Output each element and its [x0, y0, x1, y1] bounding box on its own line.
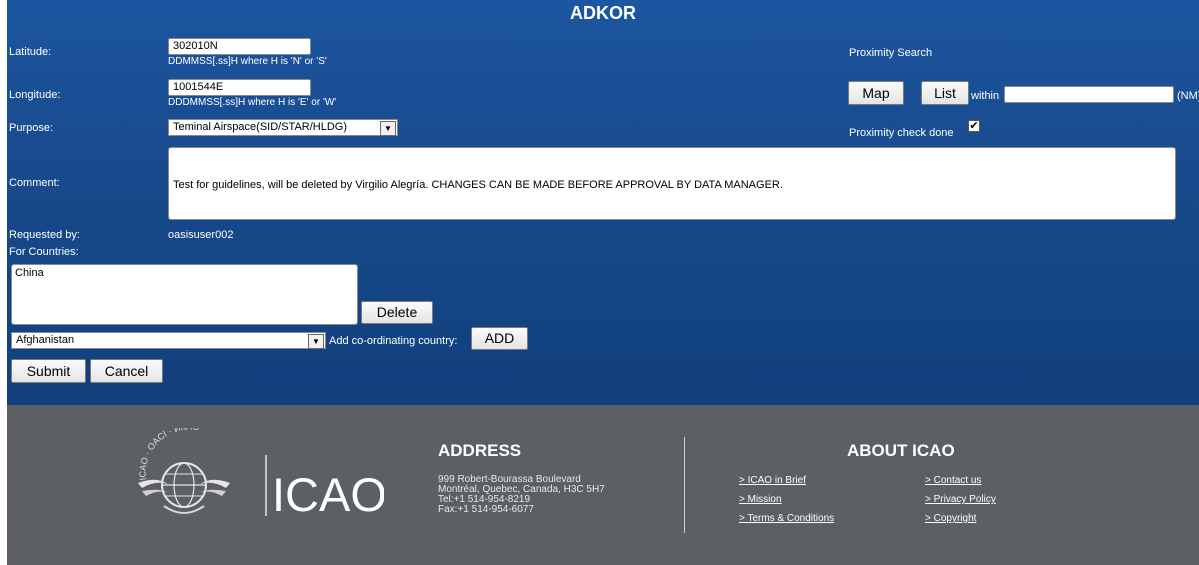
main-form-panel: ADKOR Latitude: 302010N DDMMSS[.ss]H whe… — [7, 0, 1199, 405]
svg-text:ICAO · OACI · ИКАО: ICAO · OACI · ИКАО — [138, 428, 200, 481]
longitude-label: Longitude: — [9, 89, 61, 101]
icao-emblem-icon: ICAO · OACI · ИКАО ICAO — [138, 422, 387, 521]
delete-button[interactable]: Delete — [361, 301, 433, 324]
link-copyright[interactable]: > Copyright — [925, 513, 976, 524]
country-select[interactable]: Afghanistan ▼ — [11, 332, 326, 349]
fax-line: Fax:+1 514-954-6077 — [438, 504, 534, 515]
for-countries-label: For Countries: — [9, 246, 79, 258]
proximity-search-heading: Proximity Search — [849, 47, 933, 59]
link-mission[interactable]: > Mission — [739, 494, 782, 505]
submit-button[interactable]: Submit — [11, 359, 86, 383]
chevron-down-icon[interactable]: ▼ — [380, 121, 396, 136]
footer-divider — [684, 437, 685, 533]
about-icao-heading: ABOUT ICAO — [847, 441, 955, 460]
chevron-down-icon[interactable]: ▼ — [308, 334, 324, 349]
page-title: ADKOR — [570, 3, 636, 23]
map-button[interactable]: Map — [848, 81, 904, 105]
comment-text: Test for guidelines, will be deleted by … — [173, 179, 783, 191]
icao-logo-text: ICAO — [272, 468, 384, 521]
logo-arc-text: ICAO · OACI · ИКАО — [138, 422, 200, 481]
latitude-hint: DDMMSS[.ss]H where H is 'N' or 'S' — [168, 56, 327, 67]
link-icao-in-brief[interactable]: > ICAO in Brief — [739, 475, 806, 486]
icao-logo: ICAO · OACI · ИКАО ICAO — [134, 422, 387, 523]
link-privacy-policy[interactable]: > Privacy Policy — [925, 494, 996, 505]
cancel-button[interactable]: Cancel — [90, 359, 163, 383]
address-heading: ADDRESS — [438, 441, 522, 460]
within-input[interactable] — [1004, 86, 1174, 103]
country-list-item[interactable]: China — [15, 267, 44, 279]
comment-label: Comment: — [9, 177, 60, 189]
comment-textarea[interactable]: Test for guidelines, will be deleted by … — [168, 147, 1176, 220]
longitude-hint: DDDMMSS[.ss]H where H is 'E' or 'W' — [168, 97, 337, 108]
longitude-input[interactable]: 1001544E — [168, 79, 311, 96]
purpose-select[interactable]: Teminal Airspace(SID/STAR/HLDG) ▼ — [168, 119, 398, 136]
list-button[interactable]: List — [921, 81, 969, 105]
nm-unit-label: (NM) — [1177, 90, 1199, 102]
purpose-label: Purpose: — [9, 122, 54, 134]
link-contact-us[interactable]: > Contact us — [925, 475, 981, 486]
requested-by-value: oasisuser002 — [168, 229, 234, 241]
footer: ICAO · OACI · ИКАО ICAO ADDRESS 999 Robe… — [7, 405, 1199, 565]
add-country-button[interactable]: ADD — [471, 327, 528, 350]
proximity-check-checkbox[interactable]: ✔ — [968, 120, 980, 132]
requested-by-label: Requested by: — [9, 229, 80, 241]
proximity-check-label: Proximity check done — [849, 127, 954, 139]
countries-listbox[interactable]: China — [11, 264, 358, 325]
within-label: within — [971, 90, 1000, 102]
latitude-input[interactable]: 302010N — [168, 38, 311, 55]
country-select-value: Afghanistan — [16, 334, 75, 346]
link-terms-conditions[interactable]: > Terms & Conditions — [739, 513, 834, 524]
purpose-select-value: Teminal Airspace(SID/STAR/HLDG) — [173, 121, 348, 133]
add-coordinating-label: Add co-ordinating country: — [329, 335, 458, 347]
latitude-label: Latitude: — [9, 46, 52, 58]
